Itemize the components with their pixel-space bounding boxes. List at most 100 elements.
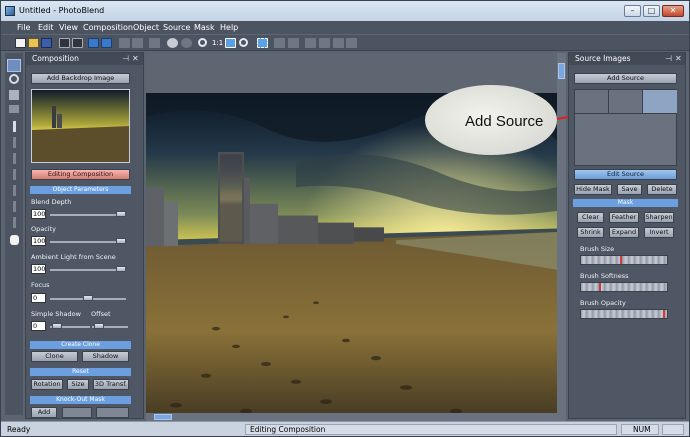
zoom-fit-icon[interactable] [225,38,236,48]
mask-feather-button[interactable]: Feather [609,212,639,223]
canvas-horizontal-scrollbar[interactable] [146,413,566,421]
arrow-tool-icon[interactable] [7,59,21,72]
panel-close-icon[interactable]: ✕ [132,53,139,65]
menu-object[interactable]: Object [133,23,159,32]
shadow-button[interactable]: Shadow [82,351,129,362]
reset-3d-transform-button[interactable]: 3D Transf. [93,379,129,390]
knockout-add-button[interactable]: Add [31,407,57,418]
texture-tool-icon[interactable] [9,105,19,113]
menu-source[interactable]: Source [163,23,190,32]
zoom-out-icon[interactable] [198,38,207,47]
ambient-light-field[interactable]: 100 [31,264,46,274]
lasso-tool-icon[interactable] [13,153,16,164]
brush-softness-marker[interactable] [599,283,601,291]
paste-icon[interactable] [149,38,160,48]
smudge-tool-icon[interactable] [13,185,16,196]
copy-icon[interactable] [132,38,143,48]
align-icon[interactable] [274,38,285,48]
shadow-thumb[interactable] [52,323,62,329]
move-icon[interactable] [257,38,268,48]
menu-composition[interactable]: Composition [83,23,133,32]
source-slot-1[interactable] [575,90,609,114]
hand-tool-icon[interactable] [10,235,19,245]
menu-file[interactable]: File [17,23,30,32]
menu-help[interactable]: Help [220,23,238,32]
delete-source-button[interactable]: Delete [647,184,677,195]
cut-icon[interactable] [119,38,130,48]
ungroup-icon[interactable] [319,38,330,48]
blend-depth-thumb[interactable] [116,211,126,217]
mask-invert-button[interactable]: Invert [644,227,674,238]
window-title: Untitled - PhotoBlend [19,6,105,15]
layers-add-icon[interactable] [101,38,112,48]
source-slot-3[interactable] [643,90,677,114]
add-backdrop-button[interactable]: Add Backdrop Image [31,73,130,84]
hide-mask-button[interactable]: Hide Mask [574,184,612,195]
pencil-tool-icon[interactable] [13,169,16,180]
editing-composition-button[interactable]: Editing Composition [31,169,130,180]
ambient-light-thumb[interactable] [116,266,126,272]
source-pin-icon[interactable]: ⊣ [665,53,672,65]
source-thumbnail-grid[interactable] [574,89,677,166]
reset-size-button[interactable]: Size [67,379,89,390]
new-document-icon[interactable] [15,38,26,48]
clone-tool-icon[interactable] [13,217,16,228]
focus-field[interactable]: 0 [31,293,46,303]
eraser-tool-icon[interactable] [13,137,16,148]
redo-icon[interactable] [181,38,192,48]
brush-size-bar[interactable] [580,255,668,265]
menu-view[interactable]: View [59,23,78,32]
source-slot-2[interactable] [609,90,643,114]
camera-icon[interactable] [72,38,83,48]
maximize-button[interactable]: □ [643,5,660,17]
zoom-in-icon[interactable] [239,38,248,47]
shadow-field[interactable]: 0 [31,321,46,331]
ambient-light-label: Ambient Light from Scene [31,253,116,261]
undo-icon[interactable] [167,38,178,48]
save-mask-button[interactable]: Save [617,184,642,195]
edit-source-button[interactable]: Edit Source [574,169,677,180]
blend-depth-field[interactable]: 100 [31,209,46,219]
horizontal-scroll-thumb[interactable] [154,414,172,420]
move-tool-icon[interactable] [9,90,19,100]
brush-tool-icon[interactable] [13,121,16,132]
brush-opacity-bar[interactable] [580,309,668,319]
group-icon[interactable] [305,38,316,48]
save-icon[interactable] [41,38,52,48]
mask-sharpen-button[interactable]: Sharpen [644,212,674,223]
close-button[interactable]: ✕ [662,5,684,17]
zoom-actual-label[interactable]: 1:1 [212,39,223,47]
mask-shrink-button[interactable]: Shrink [577,227,604,238]
pin-icon[interactable]: ⊣ [122,53,129,65]
ambient-light-slider[interactable] [50,269,126,271]
menu-edit[interactable]: Edit [38,23,54,32]
offset-thumb[interactable] [94,323,104,329]
minimize-button[interactable]: – [624,5,641,17]
opacity-thumb[interactable] [116,238,126,244]
brush-size-marker[interactable] [620,256,622,264]
clone-button[interactable]: Clone [31,351,78,362]
focus-thumb[interactable] [83,295,93,301]
mask-clear-button[interactable]: Clear [577,212,604,223]
layers-icon[interactable] [88,38,99,48]
source-panel-close-icon[interactable]: ✕ [675,53,682,65]
knockout-remove-button [96,407,129,418]
reset-rotation-button[interactable]: Rotation [31,379,63,390]
rotate-tool-icon[interactable] [9,74,19,84]
send-back-icon[interactable] [346,38,357,48]
open-folder-icon[interactable] [28,38,39,48]
backdrop-thumbnail[interactable] [31,89,130,163]
bring-front-icon[interactable] [333,38,344,48]
opacity-field[interactable]: 100 [31,236,46,246]
blend-depth-slider[interactable] [50,214,126,216]
brush-opacity-marker[interactable] [663,310,665,318]
print-icon[interactable] [59,38,70,48]
add-source-button[interactable]: Add Source [574,73,677,84]
blend-depth-label: Blend Depth [31,198,72,206]
distribute-icon[interactable] [288,38,299,48]
fill-tool-icon[interactable] [13,201,16,212]
mask-expand-button[interactable]: Expand [609,227,639,238]
menu-mask[interactable]: Mask [194,23,215,32]
brush-softness-bar[interactable] [580,282,668,292]
opacity-slider[interactable] [50,241,126,243]
